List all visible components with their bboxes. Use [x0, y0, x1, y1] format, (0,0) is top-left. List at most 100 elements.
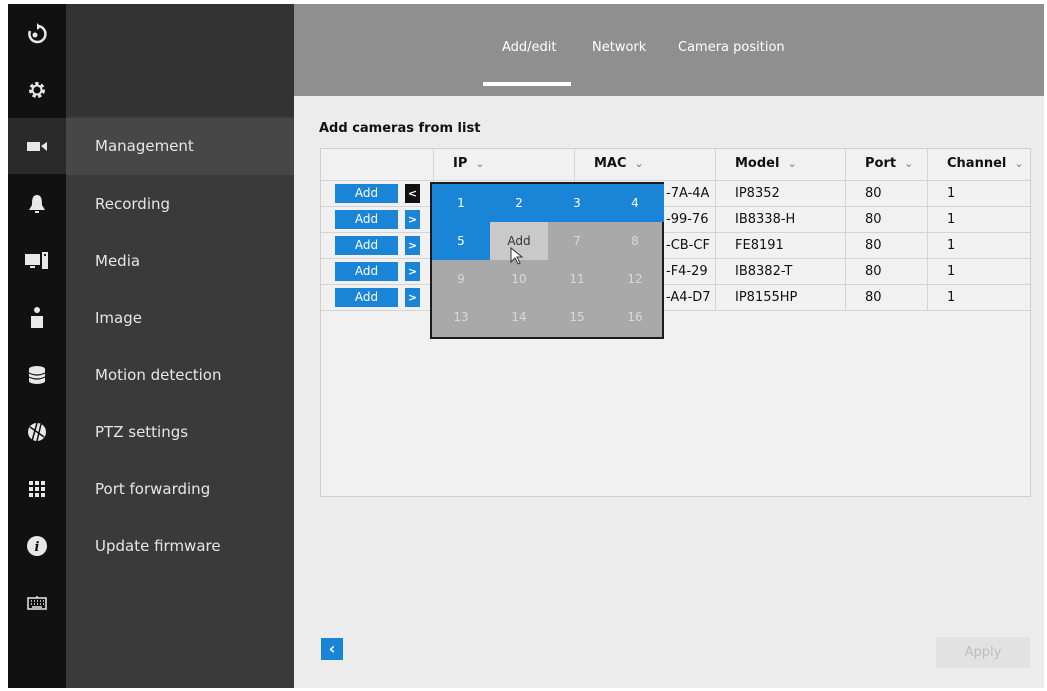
- add-camera-button[interactable]: Add: [335, 262, 398, 281]
- model-cell: FE8191: [735, 238, 784, 253]
- column-label: Port: [865, 156, 897, 171]
- bell-icon[interactable]: [8, 176, 66, 232]
- settings-menu: Management Recording Media Image Motion …: [66, 4, 294, 688]
- menu-item-ptz-settings[interactable]: PTZ settings: [66, 404, 294, 461]
- channel-option-11[interactable]: 11: [548, 260, 606, 298]
- channel-cell: 1: [947, 264, 956, 279]
- channel-option-8[interactable]: 8: [606, 222, 664, 260]
- mac-cell: -A4-D7: [666, 290, 711, 305]
- port-cell: 80: [865, 264, 882, 279]
- menu-item-media[interactable]: Media: [66, 233, 294, 290]
- storage-icon[interactable]: [8, 347, 66, 403]
- menu-header: [66, 4, 294, 116]
- tab-header: Add/edit Network Camera position: [294, 4, 1044, 96]
- add-camera-button[interactable]: Add: [335, 236, 398, 255]
- column-header-ip[interactable]: IP ⌄: [453, 149, 485, 179]
- menu-item-management[interactable]: Management: [66, 118, 294, 175]
- chevron-down-icon: ⌄: [634, 157, 644, 170]
- gear-icon[interactable]: [8, 62, 66, 118]
- model-cell: IB8338-H: [735, 212, 796, 227]
- channel-cell: 1: [947, 212, 956, 227]
- chevron-right-icon[interactable]: >: [405, 288, 420, 307]
- channel-option-1[interactable]: 1: [432, 184, 490, 222]
- port-cell: 80: [865, 238, 882, 253]
- tab-camera-position[interactable]: Camera position: [678, 40, 785, 55]
- row-divider: [321, 310, 1030, 311]
- channel-cell: 1: [947, 186, 956, 201]
- active-tab-indicator: [483, 82, 571, 86]
- port-cell: 80: [865, 212, 882, 227]
- camera-list-table: IP ⌄ MAC ⌄ Model ⌄ Port ⌄ Channel ⌄ Add < -7A…: [320, 148, 1031, 497]
- channel-option-12[interactable]: 12: [606, 260, 664, 298]
- menu-item-update-firmware[interactable]: Update firmware: [66, 518, 294, 575]
- chevron-right-icon[interactable]: >: [405, 210, 420, 229]
- camera-icon[interactable]: [8, 118, 66, 174]
- channel-option-14[interactable]: 14: [490, 298, 548, 336]
- chevron-down-icon: ⌄: [787, 157, 797, 170]
- info-icon[interactable]: i: [8, 518, 66, 574]
- channel-option-9[interactable]: 9: [432, 260, 490, 298]
- column-label: IP: [453, 156, 468, 171]
- column-header-channel[interactable]: Channel ⌄: [947, 149, 1024, 179]
- chevron-down-icon: ⌄: [1014, 157, 1024, 170]
- channel-option-2[interactable]: 2: [490, 184, 548, 222]
- menu-item-recording[interactable]: Recording: [66, 176, 294, 233]
- channel-option-5[interactable]: 5: [432, 222, 490, 260]
- add-camera-button[interactable]: Add: [335, 184, 398, 203]
- column-label: MAC: [594, 156, 627, 171]
- channel-cell: 1: [947, 238, 956, 253]
- logout-icon[interactable]: [8, 6, 66, 62]
- port-cell: 80: [865, 290, 882, 305]
- model-cell: IP8155HP: [735, 290, 798, 305]
- person-icon[interactable]: [8, 290, 66, 346]
- section-title: Add cameras from list: [319, 121, 481, 136]
- add-camera-button[interactable]: Add: [335, 210, 398, 229]
- column-label: Model: [735, 156, 780, 171]
- app-frame: i Management Recording Media Image Motio…: [8, 4, 1044, 688]
- channel-cell: 1: [947, 290, 956, 305]
- chevron-down-icon: ⌄: [475, 157, 485, 170]
- mac-cell: -7A-4A: [666, 186, 710, 201]
- menu-item-image[interactable]: Image: [66, 290, 294, 347]
- menu-item-port-forwarding[interactable]: Port forwarding: [66, 461, 294, 518]
- mac-cell: -99-76: [666, 212, 709, 227]
- column-divider: [845, 149, 846, 310]
- column-header-mac[interactable]: MAC ⌄: [594, 149, 644, 179]
- column-label: Channel: [947, 156, 1007, 171]
- column-divider: [927, 149, 928, 310]
- port-cell: 80: [865, 186, 882, 201]
- channel-option-15[interactable]: 15: [548, 298, 606, 336]
- back-button[interactable]: ‹: [321, 638, 343, 660]
- channel-picker-popup: 1 2 3 4 5 Add 7 8 9 10 11 12 13 14 15 16: [430, 182, 664, 339]
- channel-option-3[interactable]: 3: [548, 184, 606, 222]
- channel-option-16[interactable]: 16: [606, 298, 664, 336]
- apply-button[interactable]: Apply: [936, 637, 1030, 668]
- model-cell: IB8382-T: [735, 264, 793, 279]
- icon-sidebar: i: [8, 4, 66, 688]
- channel-option-13[interactable]: 13: [432, 298, 490, 336]
- add-camera-button[interactable]: Add: [335, 288, 398, 307]
- chevron-down-icon: ⌄: [904, 157, 914, 170]
- keyboard-icon[interactable]: [8, 575, 66, 631]
- svg-text:i: i: [35, 540, 40, 555]
- globe-icon[interactable]: [8, 404, 66, 460]
- channel-option-4[interactable]: 4: [606, 184, 664, 222]
- mouse-cursor-icon: [510, 247, 524, 265]
- channel-option-7[interactable]: 7: [548, 222, 606, 260]
- channel-option-10[interactable]: 10: [490, 260, 548, 298]
- column-header-port[interactable]: Port ⌄: [865, 149, 913, 179]
- tab-network[interactable]: Network: [592, 40, 646, 55]
- chevron-left-icon[interactable]: <: [405, 184, 420, 203]
- chevron-right-icon[interactable]: >: [405, 262, 420, 281]
- chevron-left-icon: ‹: [328, 639, 336, 658]
- model-cell: IP8352: [735, 186, 780, 201]
- column-divider: [715, 149, 716, 310]
- monitor-icon[interactable]: [8, 233, 66, 289]
- tab-add-edit[interactable]: Add/edit: [502, 40, 557, 55]
- mac-cell: -CB-CF: [666, 238, 710, 253]
- column-header-model[interactable]: Model ⌄: [735, 149, 797, 179]
- mac-cell: -F4-29: [666, 264, 708, 279]
- grid-icon[interactable]: [8, 461, 66, 517]
- chevron-right-icon[interactable]: >: [405, 236, 420, 255]
- menu-item-motion-detection[interactable]: Motion detection: [66, 347, 294, 404]
